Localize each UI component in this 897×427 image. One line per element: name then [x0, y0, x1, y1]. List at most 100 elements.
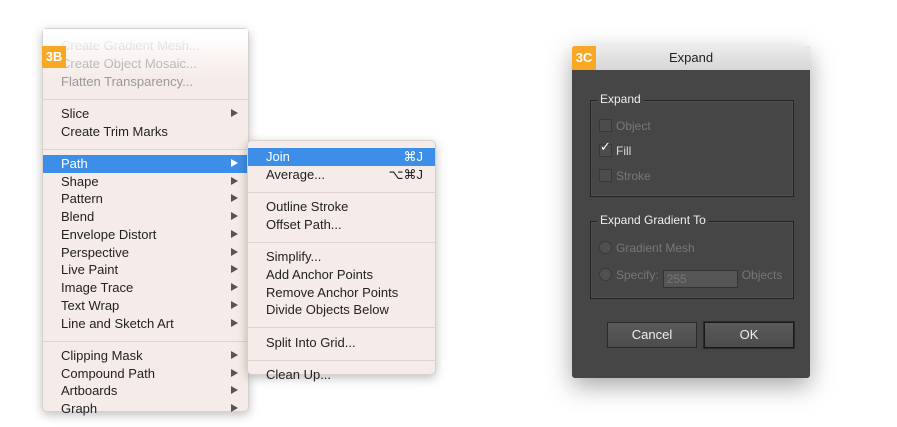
- checkbox-icon: [599, 169, 612, 182]
- menu-item-remove-anchor-points[interactable]: Remove Anchor Points: [248, 284, 435, 301]
- path-submenu: Join ⌘J Average... ⌥⌘J Outline Stroke Offset …: [247, 140, 436, 382]
- menu-item-label: Text Wrap: [61, 297, 120, 313]
- menu-item-create-gradient-mesh[interactable]: Create Gradient Mesh...: [43, 37, 248, 54]
- menu-item-label: Split Into Grid...: [266, 334, 356, 350]
- menu-item-text-wrap[interactable]: Text Wrap: [43, 297, 248, 314]
- menu-separator: [43, 148, 248, 150]
- submenu-arrow-icon: [231, 300, 238, 309]
- menu-item-add-anchor-points[interactable]: Add Anchor Points: [248, 266, 435, 283]
- expand-gradient-group-title: Expand Gradient To: [597, 213, 709, 227]
- gradient-mesh-radio[interactable]: Gradient Mesh: [599, 241, 695, 255]
- menu-item-compound-path[interactable]: Compound Path: [43, 365, 248, 382]
- menu-item-label: Live Paint: [61, 262, 119, 278]
- menu-item-shape[interactable]: Shape: [43, 173, 248, 190]
- menu-item-perspective[interactable]: Perspective: [43, 244, 248, 261]
- menu-item-label: Create Object Mosaic...: [61, 55, 197, 71]
- object-menu: Create Gradient Mesh... Create Object Mos…: [42, 28, 249, 416]
- menu-item-label: Outline Stroke: [266, 199, 349, 214]
- submenu-arrow-icon: [231, 283, 238, 291]
- menu-item-label: Join: [266, 149, 290, 164]
- menu-item-label: Pattern: [61, 191, 103, 207]
- menu-item-label: Remove Anchor Points: [266, 284, 399, 300]
- menu-item-simplify[interactable]: Simplify...: [248, 248, 435, 265]
- stroke-checkbox[interactable]: Stroke: [599, 169, 651, 183]
- menu-separator: [248, 327, 435, 329]
- menu-item-path[interactable]: Path: [43, 154, 248, 173]
- menu-item-clean-up[interactable]: Clean Up...: [248, 366, 435, 383]
- menu-item-artboards[interactable]: Artboards: [43, 382, 248, 399]
- menu-item-label: Add Anchor Points: [266, 266, 373, 282]
- step-badge-3c: 3C: [572, 46, 596, 70]
- menu-item-clipping-mask[interactable]: Clipping Mask: [43, 347, 248, 364]
- menu-item-label: Line and Sketch Art: [61, 315, 174, 331]
- gradient-mesh-label: Gradient Mesh: [616, 241, 695, 255]
- menu-item-create-trim-marks[interactable]: Create Trim Marks: [43, 123, 248, 140]
- step-badge-3b: 3B: [42, 46, 66, 68]
- menu-item-create-object-mosaic[interactable]: Create Object Mosaic...: [43, 55, 248, 72]
- ok-button[interactable]: OK: [704, 322, 794, 348]
- stroke-label: Stroke: [616, 169, 651, 183]
- menu-item-line-and-sketch-art[interactable]: Line and Sketch Art: [43, 315, 248, 332]
- menu-separator: [248, 191, 435, 193]
- menu-item-label: Graph: [61, 401, 98, 416]
- menu-separator: [43, 340, 248, 342]
- menu-item-divide-objects-below[interactable]: Divide Objects Below: [248, 301, 435, 318]
- specify-label: Specify:: [616, 268, 659, 282]
- menu-item-label: Perspective: [61, 244, 129, 260]
- submenu-arrow-icon: [231, 318, 238, 327]
- menu-item-offset-path[interactable]: Offset Path...: [248, 216, 435, 233]
- menu-item-label: Slice: [61, 105, 90, 121]
- dialog-title: Expand: [572, 46, 810, 70]
- menu-item-label: Envelope Distort: [61, 226, 157, 242]
- menu-item-split-into-grid[interactable]: Split Into Grid...: [248, 334, 435, 351]
- menu-item-pattern[interactable]: Pattern: [43, 190, 248, 207]
- menu-separator: [43, 98, 248, 100]
- menu-item-outline-stroke[interactable]: Outline Stroke: [248, 198, 435, 215]
- menu-item-live-paint[interactable]: Live Paint: [43, 261, 248, 278]
- submenu-arrow-icon: [231, 368, 238, 377]
- menu-item-slice[interactable]: Slice: [43, 105, 248, 122]
- checkbox-checked-icon: [599, 140, 612, 157]
- menu-item-label: Flatten Transparency...: [61, 73, 193, 89]
- submenu-arrow-icon: [231, 350, 238, 359]
- submenu-arrow-icon: [231, 386, 238, 395]
- menu-item-flatten-transparency[interactable]: Flatten Transparency...: [43, 73, 248, 90]
- submenu-arrow-icon: [231, 108, 238, 117]
- objects-label: Objects: [741, 268, 783, 282]
- submenu-arrow-icon: [231, 247, 238, 256]
- menu-item-blend[interactable]: Blend: [43, 208, 248, 225]
- expand-dialog: Expand 3C Expand Object Fill Stroke Expa…: [572, 46, 810, 378]
- object-checkbox[interactable]: Object: [599, 119, 651, 133]
- specify-radio[interactable]: Specify: 255 Objects: [599, 268, 783, 288]
- fill-checkbox[interactable]: Fill: [599, 140, 631, 158]
- menu-item-label: Clipping Mask: [61, 347, 143, 363]
- specify-objects-input[interactable]: 255: [662, 270, 738, 288]
- submenu-arrow-icon: [231, 229, 238, 238]
- menu-item-graph[interactable]: Graph: [43, 400, 248, 417]
- shortcut-label: ⌘J: [403, 149, 424, 164]
- menu-item-label: Path: [61, 155, 88, 171]
- expand-gradient-group: Expand Gradient To Gradient Mesh Specify…: [590, 213, 794, 299]
- menu-item-label: Average...: [266, 166, 326, 182]
- menu-item-label: Create Trim Marks: [61, 123, 168, 139]
- menu-item-label: Offset Path...: [266, 216, 342, 232]
- radio-icon: [599, 268, 612, 281]
- object-label: Object: [616, 119, 651, 133]
- shortcut-label: ⌥⌘J: [388, 166, 423, 182]
- menu-item-image-trace[interactable]: Image Trace: [43, 279, 248, 296]
- menu-item-join[interactable]: Join ⌘J: [248, 148, 435, 166]
- menu-item-average[interactable]: Average... ⌥⌘J: [248, 166, 435, 183]
- checkbox-icon: [599, 119, 612, 132]
- menu-item-envelope-distort[interactable]: Envelope Distort: [43, 226, 248, 243]
- submenu-arrow-icon: [231, 158, 238, 167]
- menu-item-label: Clean Up...: [266, 366, 332, 382]
- radio-icon: [599, 241, 612, 254]
- submenu-arrow-icon: [231, 212, 238, 220]
- menu-separator: [248, 359, 435, 361]
- menu-item-label: Create Gradient Mesh...: [61, 38, 200, 53]
- cancel-button[interactable]: Cancel: [607, 322, 697, 348]
- submenu-arrow-icon: [231, 265, 238, 274]
- menu-separator: [248, 241, 435, 243]
- submenu-arrow-icon: [231, 404, 238, 412]
- submenu-arrow-icon: [231, 176, 238, 185]
